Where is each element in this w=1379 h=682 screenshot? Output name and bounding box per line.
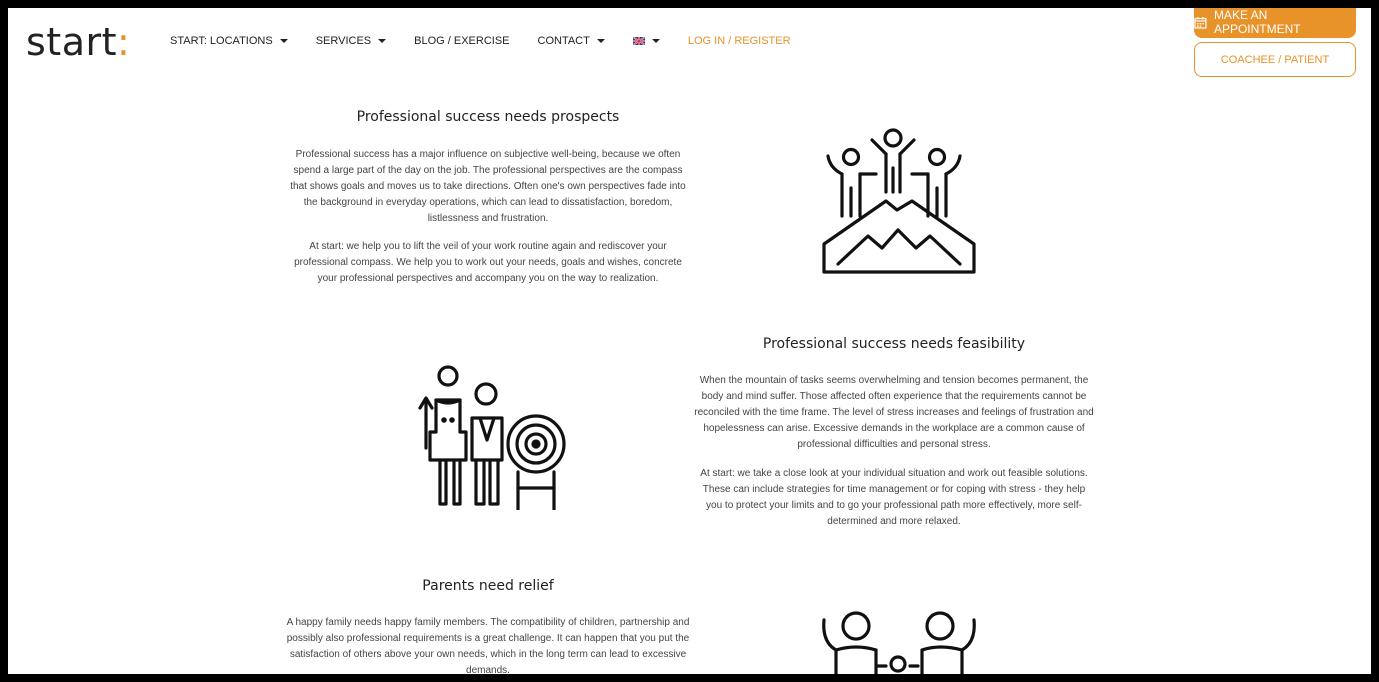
family-icon bbox=[822, 611, 976, 674]
nav-item-label: SERVICES bbox=[315, 35, 372, 47]
uk-flag-icon bbox=[632, 37, 645, 45]
target-team-icon bbox=[418, 365, 566, 510]
coachee-patient-label: COACHEE / PATIENT bbox=[1220, 53, 1330, 66]
section-paragraph: When the mountain of tasks seems overwhe… bbox=[694, 375, 1094, 450]
page: start: START: LOCATIONS SERVICES BLOG / … bbox=[8, 8, 1371, 674]
nav-item-blog[interactable]: BLOG / EXERCISE bbox=[414, 35, 509, 47]
nav-item-locations[interactable]: START: LOCATIONS bbox=[170, 35, 288, 47]
section-paragraph: Professional success has a major influen… bbox=[290, 149, 686, 224]
language-selector[interactable] bbox=[632, 37, 660, 45]
section-paragraph: A happy family needs happy family member… bbox=[286, 617, 690, 674]
nav-item-label: CONTACT bbox=[537, 35, 590, 47]
chevron-down-icon bbox=[651, 39, 660, 43]
make-appointment-button[interactable]: MAKE AN APPOINTMENT bbox=[1194, 8, 1356, 38]
chevron-down-icon bbox=[596, 39, 605, 43]
section-heading: Professional success needs feasibility bbox=[762, 336, 1026, 352]
section-paragraph: At start: we take a close look at your i… bbox=[700, 468, 1088, 527]
nav-item-services[interactable]: SERVICES bbox=[315, 35, 387, 47]
calendar-icon bbox=[1194, 16, 1207, 29]
mountain-team-icon bbox=[822, 128, 976, 274]
main-nav: START: LOCATIONS SERVICES BLOG / EXERCIS… bbox=[170, 35, 819, 47]
section-heading: Professional success needs prospects bbox=[356, 109, 620, 125]
coachee-patient-button[interactable]: COACHEE / PATIENT bbox=[1194, 42, 1356, 77]
login-register-link[interactable]: LOG IN / REGISTER bbox=[688, 35, 791, 47]
section-paragraph: At start: we help you to lift the veil o… bbox=[294, 241, 682, 284]
section-heading: Parents need relief bbox=[422, 578, 554, 594]
nav-item-contact[interactable]: CONTACT bbox=[538, 35, 605, 47]
make-appointment-label: MAKE AN APPOINTMENT bbox=[1213, 8, 1301, 36]
chevron-down-icon bbox=[279, 39, 288, 43]
nav-item-label: BLOG / EXERCISE bbox=[414, 35, 510, 47]
chevron-down-icon bbox=[378, 39, 387, 43]
nav-item-label: START: LOCATIONS bbox=[170, 35, 273, 47]
logo[interactable]: start: bbox=[26, 22, 130, 62]
